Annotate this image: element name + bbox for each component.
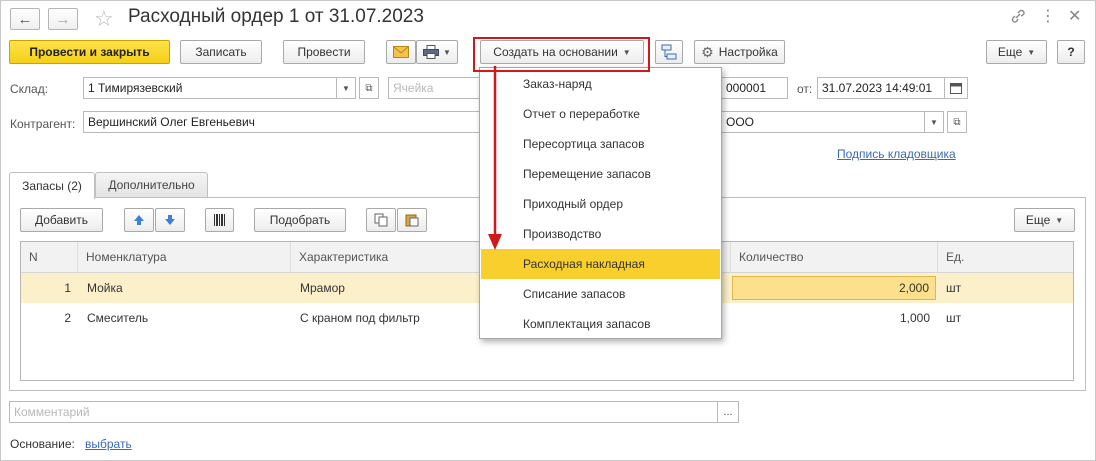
row-number: 1 [64, 281, 71, 295]
menu-item-work-order[interactable]: Заказ-наряд [481, 69, 720, 99]
row-unit: шт [946, 311, 962, 325]
settings-label: Настройка [718, 45, 778, 59]
organization-open-button[interactable]: ⧉ [947, 111, 967, 133]
arrow-up-icon [134, 215, 144, 225]
move-down-button[interactable] [155, 208, 185, 232]
counterparty-field[interactable]: Вершинский Олег Евгеньевич [83, 111, 483, 133]
create-based-on-menu: Заказ-наряд Отчет о переработке Пересорт… [479, 67, 722, 339]
move-up-button[interactable] [124, 208, 154, 232]
open-window-icon: ⧉ [953, 116, 961, 128]
comment-field[interactable]: Комментарий [9, 401, 718, 423]
chevron-down-icon: ▼ [1027, 47, 1036, 57]
column-header-n[interactable]: N [21, 242, 78, 273]
warehouse-label: Склад: [10, 82, 49, 96]
organization-dropdown-button[interactable]: ▼ [924, 111, 944, 133]
calendar-button[interactable] [944, 77, 968, 99]
signature-link[interactable]: Подпись кладовщика [837, 147, 956, 161]
row-unit: шт [946, 281, 962, 295]
print-button[interactable]: ▼ [416, 40, 458, 64]
help-button[interactable]: ? [1057, 40, 1085, 64]
chevron-down-icon: ▼ [342, 83, 350, 93]
menu-item-stock-transfer[interactable]: Перемещение запасов [481, 159, 720, 189]
chevron-down-icon: ▼ [443, 47, 451, 57]
calendar-icon [950, 83, 962, 94]
cell-field[interactable]: Ячейка [388, 77, 483, 99]
comment-expand-button[interactable]: ... [717, 401, 739, 423]
date-label: от: [797, 82, 813, 96]
column-header-quantity[interactable]: Количество [731, 242, 938, 273]
copy-icon [374, 213, 388, 227]
barcode-icon [213, 214, 225, 226]
copy-rows-button[interactable] [366, 208, 396, 232]
basis-label: Основание: [10, 437, 75, 451]
tab-stock[interactable]: Запасы (2) [9, 172, 95, 199]
row-quantity-editing[interactable]: 2,000 [732, 276, 936, 300]
structure-button[interactable] [655, 40, 683, 64]
more-button[interactable]: Еще ▼ [986, 40, 1047, 64]
tab-additional[interactable]: Дополнительно [95, 172, 208, 197]
menu-item-stock-writeoff[interactable]: Списание запасов [481, 279, 720, 309]
menu-item-production[interactable]: Производство [481, 219, 720, 249]
row-characteristic: Мрамор [300, 281, 345, 295]
ellipsis-icon: ... [723, 406, 733, 418]
table-more-button[interactable]: Еще ▼ [1014, 208, 1075, 232]
forward-button[interactable]: → [48, 8, 78, 30]
counterparty-label: Контрагент: [10, 117, 76, 131]
column-header-item[interactable]: Номенклатура [78, 242, 291, 273]
row-item: Смеситель [87, 311, 149, 325]
post-button[interactable]: Провести [283, 40, 365, 64]
open-window-icon: ⧉ [365, 82, 373, 94]
row-number: 2 [64, 311, 71, 325]
warehouse-open-button[interactable]: ⧉ [359, 77, 379, 99]
warehouse-dropdown-button[interactable]: ▼ [336, 77, 356, 99]
kebab-menu-icon[interactable]: ⋮ [1040, 6, 1056, 26]
email-button[interactable] [386, 40, 416, 64]
chevron-down-icon: ▼ [1055, 215, 1064, 225]
favorite-star-icon[interactable]: ☆ [94, 6, 114, 32]
menu-item-stock-assembly[interactable]: Комплектация запасов [481, 309, 720, 339]
arrow-left-icon: ← [17, 10, 33, 28]
table-more-label: Еще [1025, 213, 1051, 227]
date-field[interactable]: 31.07.2023 14:49:01 [817, 77, 945, 99]
pick-button[interactable]: Подобрать [254, 208, 346, 232]
add-row-button[interactable]: Добавить [20, 208, 103, 232]
hierarchy-icon [661, 44, 677, 60]
printer-icon [423, 45, 440, 59]
post-and-close-button[interactable]: Провести и закрыть [9, 40, 170, 64]
organization-field[interactable]: ООО [722, 111, 925, 133]
settings-button[interactable]: ⚙ Настройка [694, 40, 785, 64]
more-label: Еще [997, 45, 1023, 59]
save-button[interactable]: Записать [180, 40, 262, 64]
row-item: Мойка [87, 281, 123, 295]
barcode-button[interactable] [205, 208, 234, 232]
number-field[interactable]: 000001 [722, 77, 788, 99]
back-button[interactable]: ← [10, 8, 40, 30]
gear-icon: ⚙ [701, 43, 714, 60]
row-quantity: 1,000 [899, 311, 930, 325]
link-icon[interactable] [1010, 8, 1026, 24]
menu-item-stock-regrading[interactable]: Пересортица запасов [481, 129, 720, 159]
chevron-down-icon: ▼ [930, 117, 938, 127]
close-icon[interactable]: ✕ [1068, 6, 1081, 26]
basis-select-link[interactable]: выбрать [85, 437, 132, 451]
column-header-unit[interactable]: Ед. [938, 242, 1073, 273]
paste-icon [405, 214, 419, 227]
page-title: Расходный ордер 1 от 31.07.2023 [128, 6, 424, 27]
arrow-down-icon [165, 215, 175, 225]
row-characteristic: С краном под фильтр [300, 311, 420, 325]
envelope-icon [393, 46, 409, 58]
warehouse-field[interactable]: 1 Тимирязевский [83, 77, 337, 99]
annotation-arrow [488, 66, 502, 250]
arrow-right-icon: → [55, 10, 71, 28]
menu-item-sales-invoice[interactable]: Расходная накладная [481, 249, 720, 279]
paste-rows-button[interactable] [397, 208, 427, 232]
menu-item-receipt-order[interactable]: Приходный ордер [481, 189, 720, 219]
menu-item-processing-report[interactable]: Отчет о переработке [481, 99, 720, 129]
